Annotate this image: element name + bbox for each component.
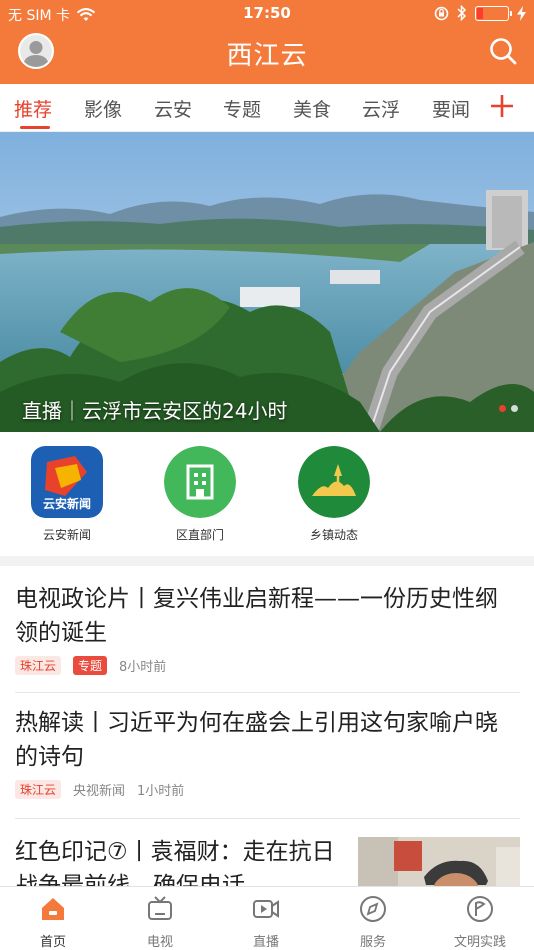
nav-label: 直播 [252,935,279,950]
news-item[interactable]: 电视政论片丨复兴伟业启新程——一份历史性纲领的诞生 珠江云 专题 8小时前 [15,582,520,675]
app-title: 西江云 [226,41,308,71]
logo-text: 云安新闻 [43,496,91,511]
landscape-icon [298,446,370,518]
news-time: 1小时前 [137,784,185,799]
rotation-lock-icon [434,6,449,20]
news-item[interactable]: 热解读丨习近平为何在盛会上引用这句家喻户晓的诗句 珠江云 央视新闻 1小时前 [15,706,520,799]
add-tab-icon[interactable] [488,92,516,120]
active-tab-indicator [20,126,50,129]
charging-icon [517,5,526,21]
carousel-dot-active[interactable] [499,405,506,412]
news-meta: 珠江云 专题 8小时前 [15,656,520,675]
topic-badge: 专题 [73,656,108,675]
river-city-photo [0,132,534,432]
source-tag: 珠江云 [15,780,62,799]
tab-yunan[interactable]: 云安 [154,95,192,122]
bottom-tab-bar: 首页 电视 直播 服务 文明实践 [0,886,534,950]
status-bar: 无 SIM 卡 17:50 [0,0,534,28]
nav-live[interactable]: 直播 [226,895,306,950]
nav-label: 文明实践 [453,935,506,950]
quick-link-departments[interactable]: 区直部门 [150,446,250,543]
nav-label: 服务 [359,935,386,950]
quick-link-label: 云安新闻 [42,528,91,542]
tab-yunfu[interactable]: 云浮 [362,95,400,122]
tab-food[interactable]: 美食 [293,95,331,122]
search-icon[interactable] [488,36,518,66]
news-outlet: 央视新闻 [73,784,126,799]
category-tabs: 推荐 影像 云安 专题 美食 云浮 要闻 [0,84,534,132]
home-icon [42,898,64,920]
yunan-news-logo-icon: 云安新闻 [31,446,103,518]
nav-label: 电视 [146,935,173,950]
nav-tv[interactable]: 电视 [120,895,200,950]
app: 无 SIM 卡 17:50 西江云 推荐 影像 云安 专题 美食 云浮 要闻 直… [0,0,534,950]
news-title: 热解读丨习近平为何在盛会上引用这句家喻户晓的诗句 [15,710,498,770]
news-time: 8小时前 [119,660,167,675]
quick-link-yunan-news[interactable]: 云安新闻 云安新闻 [17,446,117,543]
tab-recommend[interactable]: 推荐 [14,95,52,122]
flag-circle-icon [467,896,493,922]
bluetooth-icon [457,5,467,21]
featured-banner[interactable]: 直播｜云浮市云安区的24小时 [0,132,534,432]
quick-links: 云安新闻 云安新闻 区直部门 乡镇动态 [0,432,534,556]
news-meta: 珠江云 央视新闻 1小时前 [15,780,520,799]
section-separator [0,556,534,566]
tab-topics[interactable]: 专题 [223,95,261,122]
carousel-dots [499,405,518,412]
carousel-dot[interactable] [511,405,518,412]
header: 无 SIM 卡 17:50 西江云 [0,0,534,84]
nav-label: 首页 [39,935,66,950]
nav-civilization[interactable]: 文明实践 [440,895,520,950]
quick-link-township[interactable]: 乡镇动态 [284,446,384,543]
tv-icon [148,896,172,920]
compass-icon [360,896,386,922]
tab-video[interactable]: 影像 [84,95,122,122]
divider [15,692,520,693]
banner-caption: 直播｜云浮市云安区的24小时 [22,399,288,423]
nav-bar: 西江云 [0,28,534,84]
news-title: 电视政论片丨复兴伟业启新程——一份历史性纲领的诞生 [15,586,498,646]
source-tag: 珠江云 [15,656,62,675]
nav-services[interactable]: 服务 [333,895,413,950]
tab-headlines[interactable]: 要闻 [432,95,470,122]
building-icon [164,446,236,518]
divider [15,818,520,819]
battery-icon [475,5,512,21]
nav-home[interactable]: 首页 [13,895,93,950]
quick-link-label: 乡镇动态 [309,528,358,542]
quick-link-label: 区直部门 [175,528,224,542]
live-video-icon [253,900,279,918]
